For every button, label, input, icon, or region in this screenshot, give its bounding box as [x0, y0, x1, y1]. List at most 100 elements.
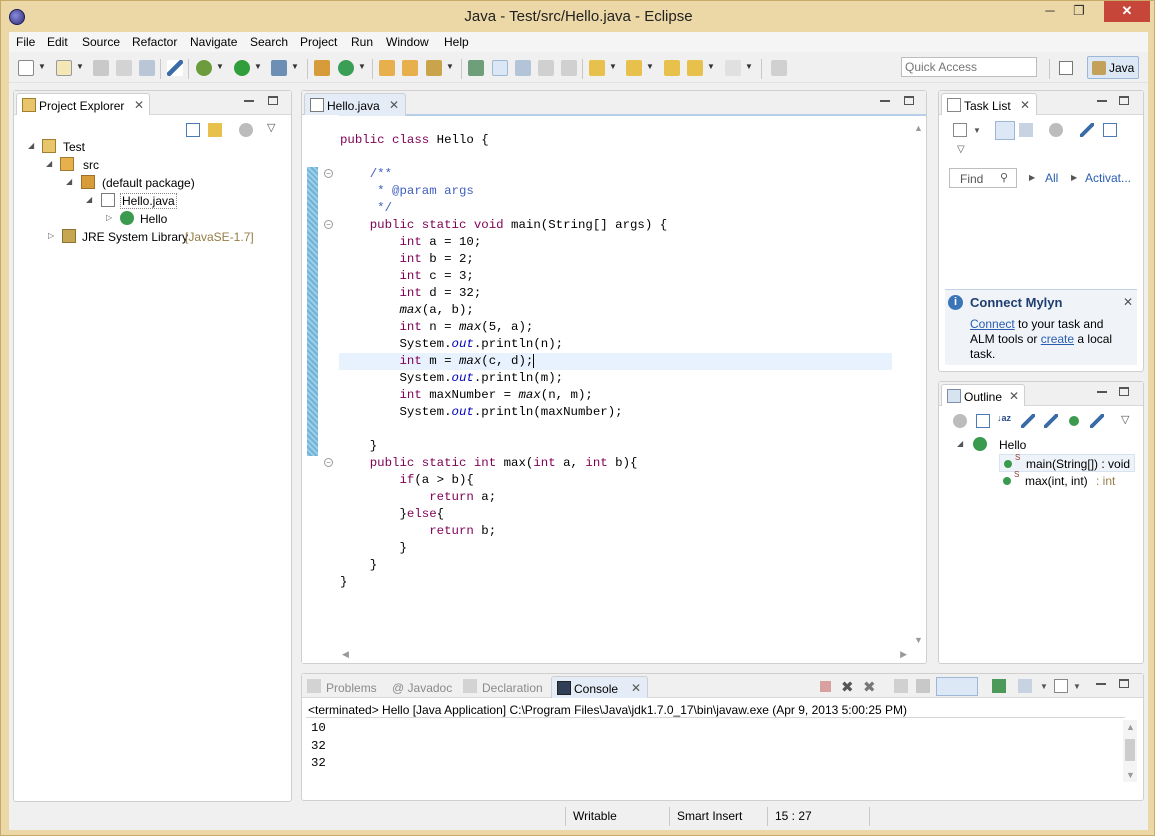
skip-breakpoints-icon[interactable]	[167, 60, 183, 76]
menu-source[interactable]: Source	[82, 35, 120, 49]
search-dropdown-icon[interactable]: ▼	[446, 62, 454, 71]
collapsed-icon[interactable]: ▷	[48, 231, 54, 240]
new-icon[interactable]	[18, 60, 34, 76]
display-console-dropdown-icon[interactable]: ▼	[1040, 682, 1048, 691]
scrollbar-thumb[interactable]	[1125, 739, 1135, 761]
collapse-all-icon[interactable]	[186, 123, 200, 137]
hide-fields-icon[interactable]	[1021, 414, 1035, 428]
code-line[interactable]: if(a > b){	[339, 472, 892, 489]
coverage-icon[interactable]	[271, 60, 287, 76]
code-line[interactable]: return a;	[339, 489, 892, 506]
expanded-icon[interactable]: ◢	[86, 195, 92, 204]
minimize-view-icon[interactable]	[1097, 391, 1107, 393]
code-line[interactable]: */	[339, 200, 892, 217]
minimize-editor-icon[interactable]	[880, 100, 890, 102]
hide-static-icon[interactable]	[1044, 414, 1058, 428]
remove-all-launches-icon[interactable]: ✖	[863, 678, 877, 696]
debug-dropdown-icon[interactable]: ▼	[216, 62, 224, 71]
tab-outline[interactable]: Outline ✕	[941, 384, 1025, 406]
open-task-icon[interactable]	[402, 60, 418, 76]
all-link[interactable]: All	[1045, 171, 1058, 185]
open-perspective-icon[interactable]	[1059, 61, 1073, 75]
view-menu-icon[interactable]: ▽	[267, 121, 275, 134]
code-line[interactable]	[339, 115, 892, 132]
code-line[interactable]: public static int max(int a, int b){	[339, 455, 892, 472]
maximize-editor-icon[interactable]	[904, 96, 914, 105]
hide-local-types-icon[interactable]	[1090, 414, 1104, 428]
code-line[interactable]: }	[339, 557, 892, 574]
minimize-button[interactable]: ─	[1036, 1, 1064, 22]
code-line[interactable]: int maxNumber = max(n, m);	[339, 387, 892, 404]
menu-project[interactable]: Project	[300, 35, 337, 49]
pin-console-icon[interactable]	[992, 679, 1006, 693]
scroll-left-icon[interactable]: ◀	[342, 649, 349, 660]
open-type-icon[interactable]	[56, 60, 72, 76]
clear-console-icon[interactable]	[894, 679, 908, 693]
close-tab-icon[interactable]: ✕	[134, 98, 144, 112]
code-line[interactable]: return b;	[339, 523, 892, 540]
menu-navigate[interactable]: Navigate	[190, 35, 237, 49]
menu-search[interactable]: Search	[250, 35, 288, 49]
close-tab-icon[interactable]: ✕	[631, 681, 641, 695]
new-java-class-icon[interactable]	[338, 60, 354, 76]
link-with-editor-icon[interactable]	[208, 123, 222, 137]
new-task-dropdown-icon[interactable]: ▼	[973, 126, 981, 135]
pin-editor-icon[interactable]	[771, 60, 787, 76]
hide-completed-icon[interactable]	[1080, 123, 1094, 137]
run-dropdown-icon[interactable]: ▼	[254, 62, 262, 71]
connect-link[interactable]: Connect	[970, 317, 1015, 331]
previous-annotation-dropdown-icon[interactable]: ▼	[646, 62, 654, 71]
code-line[interactable]: /**	[339, 166, 892, 183]
code-line[interactable]: }	[339, 574, 892, 591]
code-line[interactable]: System.out.println(n);	[339, 336, 892, 353]
menu-help[interactable]: Help	[444, 35, 469, 49]
scroll-right-icon[interactable]: ▶	[900, 649, 907, 660]
new-class-dropdown-icon[interactable]: ▼	[358, 62, 366, 71]
back-dropdown-icon[interactable]: ▼	[707, 62, 715, 71]
tab-project-explorer[interactable]: Project Explorer ✕	[16, 93, 150, 115]
terminate-icon[interactable]	[820, 681, 831, 692]
code-line[interactable]: int c = 3;	[339, 268, 892, 285]
next-annotation-icon[interactable]	[589, 60, 605, 76]
code-area[interactable]: public class Hello { /** * @param args *…	[339, 115, 892, 647]
hide-non-public-icon[interactable]	[1069, 416, 1079, 426]
close-tab-icon[interactable]: ✕	[1020, 98, 1030, 112]
code-line[interactable]: public class Hello {	[339, 132, 892, 149]
save-icon[interactable]	[93, 60, 109, 76]
code-line[interactable]: int d = 32;	[339, 285, 892, 302]
expanded-icon[interactable]: ◢	[957, 439, 963, 448]
menu-window[interactable]: Window	[386, 35, 429, 49]
sort-icon[interactable]: ↓az	[997, 413, 1011, 427]
forward-icon[interactable]	[725, 60, 741, 76]
java-perspective-button[interactable]: Java	[1087, 56, 1139, 79]
maximize-button[interactable]: ❐	[1065, 1, 1093, 22]
code-line-current[interactable]: int m = max(c, d);	[339, 353, 892, 370]
collapse-all-icon[interactable]	[976, 414, 990, 428]
maximize-view-icon[interactable]	[1119, 96, 1129, 105]
view-menu-icon[interactable]: ▽	[1121, 413, 1129, 426]
scroll-up-icon[interactable]: ▲	[1126, 722, 1135, 732]
code-line[interactable]: int a = 10;	[339, 234, 892, 251]
debug-icon[interactable]	[196, 60, 212, 76]
tab-javadoc[interactable]: @ Javadoc	[392, 681, 452, 695]
scroll-down-icon[interactable]: ▼	[914, 635, 923, 645]
new-task-icon[interactable]	[953, 123, 967, 137]
tab-console[interactable]: Console ✕	[551, 676, 648, 698]
scroll-down-icon[interactable]: ▼	[1126, 770, 1135, 780]
code-line[interactable]: }	[339, 438, 892, 455]
tab-problems[interactable]: Problems	[326, 681, 377, 695]
open-console-dropdown-icon[interactable]: ▼	[1073, 682, 1081, 691]
collapse-all-icon[interactable]	[1103, 123, 1117, 137]
categorized-icon[interactable]	[995, 121, 1015, 140]
minimize-view-icon[interactable]	[1097, 100, 1107, 102]
collapsed-icon[interactable]: ▷	[106, 213, 112, 222]
open-console-icon[interactable]	[1054, 679, 1068, 693]
previous-annotation-icon[interactable]	[626, 60, 642, 76]
view-menu-icon[interactable]: ▽	[957, 144, 965, 155]
close-mylyn-icon[interactable]: ✕	[1123, 295, 1133, 309]
scroll-lock-icon[interactable]	[916, 679, 930, 693]
activate-arrow-icon[interactable]: ▶	[1071, 173, 1077, 182]
maximize-view-icon[interactable]	[1119, 679, 1129, 688]
menu-refactor[interactable]: Refactor	[132, 35, 177, 49]
show-paragraph-icon[interactable]	[561, 60, 577, 76]
